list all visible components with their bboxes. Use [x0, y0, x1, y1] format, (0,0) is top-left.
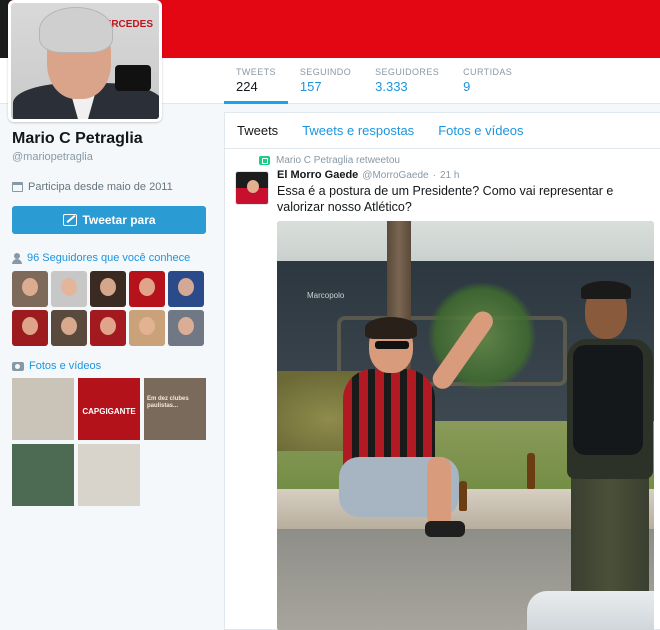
stat-value: 157 [299, 79, 322, 94]
photo-man-hair [365, 317, 417, 339]
joined-date: Participa desde maio de 2011 [12, 181, 212, 193]
follower-avatar[interactable] [51, 271, 87, 307]
tweet-text: Essa é a postura de um Presidente? Como … [277, 184, 614, 214]
followers-you-know-link[interactable]: 96 Seguidores que você conhece [12, 252, 212, 264]
stat-label: SEGUINDO [299, 67, 352, 77]
media-thumb[interactable] [12, 378, 74, 440]
timeline: Tweets Tweets e respostas Fotos e vídeos… [224, 112, 660, 630]
follower-avatar[interactable] [168, 310, 204, 346]
followers-grid [12, 271, 212, 346]
tweet-author-name[interactable]: El Morro Gaede [277, 169, 358, 181]
photo-car [527, 591, 654, 630]
avatar-hair [39, 7, 113, 53]
follower-avatar[interactable] [129, 271, 165, 307]
stat-value: 9 [463, 79, 471, 94]
media-thumb[interactable] [78, 444, 140, 506]
follower-avatar[interactable] [12, 271, 48, 307]
retweet-context: Mario C Petraglia retweetou [259, 155, 400, 166]
stat-likes[interactable]: CURTIDAS 9 [451, 58, 524, 104]
tab-tweets[interactable]: Tweets [225, 123, 290, 138]
tab-photos-videos[interactable]: Fotos e vídeos [426, 123, 535, 138]
profile-handle[interactable]: @mariopetraglia [12, 151, 212, 163]
stat-following[interactable]: SEGUINDO 157 [288, 58, 363, 104]
photo-man-sunglasses [375, 341, 409, 349]
stat-label: SEGUIDORES [375, 67, 440, 77]
profile-name[interactable]: Mario C Petraglia [12, 130, 212, 148]
photos-videos-link[interactable]: Fotos e vídeos [12, 360, 212, 372]
tweet-to-button[interactable]: Tweetar para [12, 206, 206, 234]
profile-sidebar: Mario C Petraglia @mariopetraglia Partic… [12, 130, 212, 506]
photo-bottle [459, 481, 467, 511]
profile-avatar[interactable]: MERCEDES [8, 0, 162, 122]
compose-icon [62, 214, 78, 226]
joined-text: Participa desde maio de 2011 [28, 181, 173, 193]
stat-tweets[interactable]: TWEETS 224 [224, 58, 288, 104]
stat-value: 3.333 [375, 79, 408, 94]
avatar-face [247, 180, 259, 193]
tweet-timestamp[interactable]: 21 h [440, 170, 459, 181]
media-thumb-caption: Em dez clubes paulistas... [147, 396, 189, 409]
tweet-to-label: Tweetar para [82, 213, 156, 227]
tweet-time-separator: · [432, 170, 436, 181]
photo-officer-cap [581, 281, 631, 299]
follower-avatar[interactable] [90, 271, 126, 307]
follower-avatar[interactable] [12, 310, 48, 346]
tab-tweets-replies[interactable]: Tweets e respostas [290, 123, 426, 138]
stat-label: TWEETS [236, 67, 276, 77]
tweet-author-avatar[interactable] [235, 171, 269, 205]
media-thumb-caption: CAPGIGANTE [82, 407, 136, 416]
camera-icon [12, 361, 24, 371]
media-thumb[interactable]: CAPGIGANTE [78, 378, 140, 440]
tweet-header: El Morro Gaede @MorroGaede · 21 h [277, 169, 459, 181]
retweet-icon [259, 156, 270, 165]
media-thumb[interactable] [12, 444, 74, 506]
photo-man-shoe [425, 521, 465, 537]
follower-avatar[interactable] [90, 310, 126, 346]
timeline-tabs: Tweets Tweets e respostas Fotos e vídeos [225, 113, 660, 149]
photo-officer-vest [573, 345, 643, 455]
followers-you-know-text: 96 Seguidores que você conhece [27, 252, 191, 264]
calendar-icon [12, 182, 23, 192]
follower-avatar[interactable] [129, 310, 165, 346]
profile-stats: TWEETS 224 SEGUINDO 157 SEGUIDORES 3.333… [224, 58, 524, 104]
retweet-context-text[interactable]: Mario C Petraglia retweetou [276, 155, 400, 166]
follower-avatar[interactable] [51, 310, 87, 346]
media-thumb[interactable]: Em dez clubes paulistas... [144, 378, 206, 440]
person-icon [12, 252, 22, 264]
tweet-photo[interactable]: Marcopolo [277, 221, 654, 630]
photo-man-leg [427, 457, 451, 527]
avatar-microphone [115, 65, 151, 91]
stat-value: 224 [236, 79, 258, 94]
media-grid: CAPGIGANTE Em dez clubes paulistas... [12, 378, 212, 506]
tweet-author-handle[interactable]: @MorroGaede [362, 170, 428, 181]
photo-sign-text: Marcopolo [307, 291, 345, 300]
photo-bottle [527, 453, 535, 489]
photos-videos-text: Fotos e vídeos [29, 360, 102, 372]
stat-followers[interactable]: SEGUIDORES 3.333 [363, 58, 451, 104]
stat-label: CURTIDAS [463, 67, 513, 77]
follower-avatar[interactable] [168, 271, 204, 307]
